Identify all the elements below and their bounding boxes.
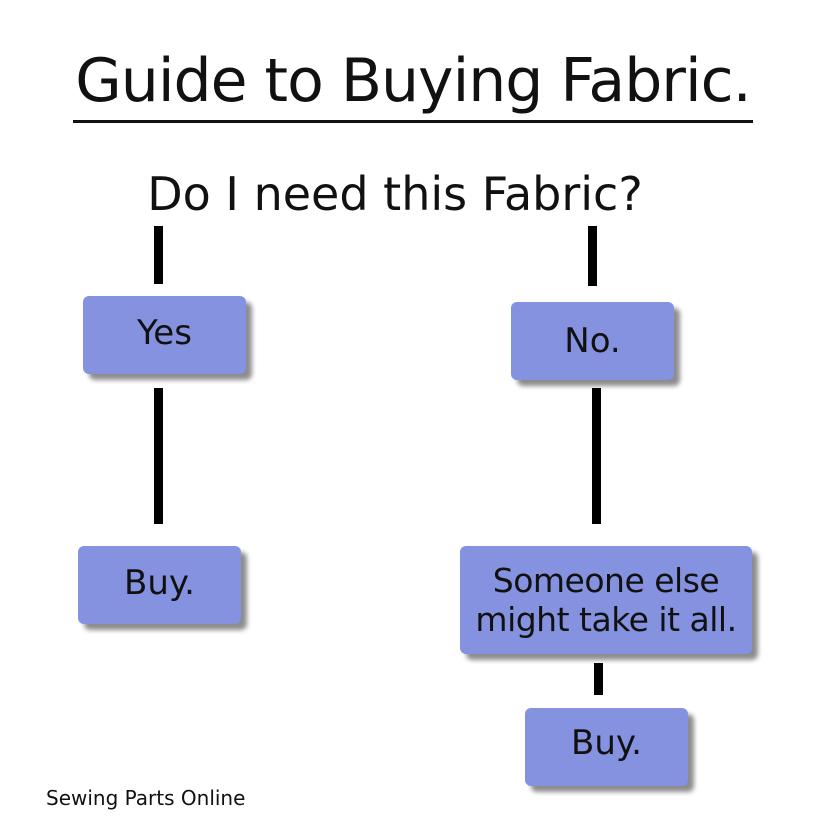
right-buy-node: Buy. xyxy=(525,708,688,786)
reason-node-line1: Someone else xyxy=(492,561,720,600)
root-question: Do I need this Fabric? xyxy=(147,167,643,221)
connector-question-to-yes xyxy=(154,226,163,284)
yes-node: Yes xyxy=(83,296,246,374)
reason-node: Someone else might take it all. xyxy=(460,546,752,654)
connector-reason-to-buy xyxy=(594,663,603,695)
connector-question-to-no xyxy=(588,226,597,286)
right-buy-node-label: Buy. xyxy=(571,723,642,763)
reason-node-line2: might take it all. xyxy=(475,600,737,639)
connector-yes-to-buy xyxy=(154,388,163,524)
connector-no-to-reason xyxy=(592,388,601,524)
left-buy-node-label: Buy. xyxy=(124,563,195,603)
no-node-label: No. xyxy=(564,321,621,361)
yes-node-label: Yes xyxy=(137,313,192,353)
no-node: No. xyxy=(511,302,674,380)
diagram-title-text: Guide to Buying Fabric. xyxy=(73,44,753,123)
footer-credit: Sewing Parts Online xyxy=(46,786,246,810)
diagram-title: Guide to Buying Fabric. xyxy=(0,44,826,123)
left-buy-node: Buy. xyxy=(78,546,241,624)
